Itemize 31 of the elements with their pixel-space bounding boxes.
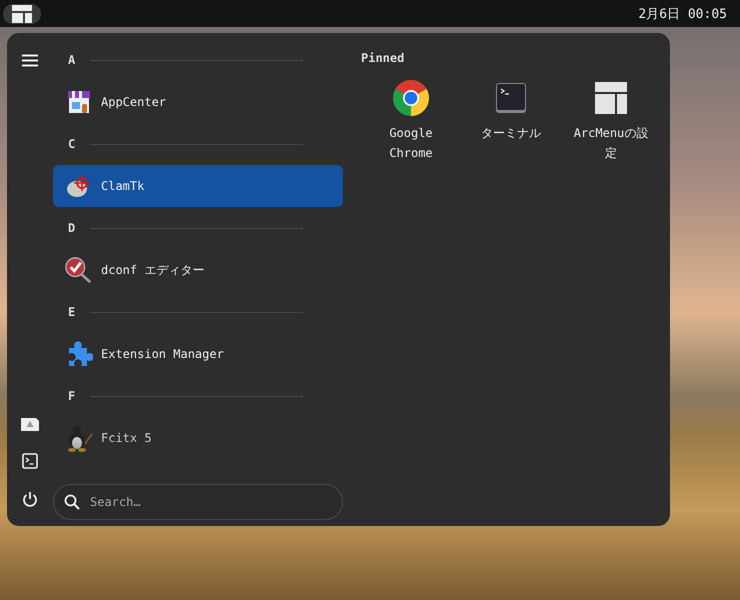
menu-icon: [22, 54, 38, 67]
search-icon: [64, 494, 80, 510]
arcmenu-button[interactable]: [3, 4, 41, 24]
app-item[interactable]: ClamTk: [53, 165, 343, 207]
power-icon: [22, 491, 38, 507]
section-letter: E: [68, 305, 76, 319]
scanner-icon: [65, 173, 93, 199]
layout-icon: [12, 4, 32, 22]
app-item[interactable]: dconf エディター: [53, 249, 343, 291]
terminal-icon: [22, 453, 38, 469]
warning-icon: [21, 417, 39, 431]
section-letter: D: [68, 221, 76, 235]
pinned-app[interactable]: ArcMenuの設定: [561, 79, 661, 163]
search-input[interactable]: Search…: [88, 494, 332, 510]
layout-icon: [594, 81, 628, 115]
clock[interactable]: 2月6日 00:05: [638, 4, 737, 22]
pinned-app[interactable]: ターミナル: [461, 79, 561, 163]
section-letter: A: [68, 53, 76, 67]
chrome-logo-icon: [392, 79, 430, 117]
app-item[interactable]: Extension Manager: [53, 333, 343, 375]
section-letter: F: [68, 389, 76, 403]
app-item[interactable]: AppCenter: [53, 81, 343, 123]
penguin-icon: [65, 424, 93, 452]
pinned-app[interactable]: Google Chrome: [361, 79, 461, 163]
section-letter: C: [68, 137, 76, 151]
store-icon: [66, 89, 92, 115]
terminal-icon: [495, 82, 527, 114]
section-title: Pinned: [361, 51, 404, 65]
app-item[interactable]: Fcitx 5: [53, 417, 343, 459]
search-field[interactable]: Search…: [53, 484, 343, 520]
checkmark-magnifier-icon: [65, 256, 93, 284]
